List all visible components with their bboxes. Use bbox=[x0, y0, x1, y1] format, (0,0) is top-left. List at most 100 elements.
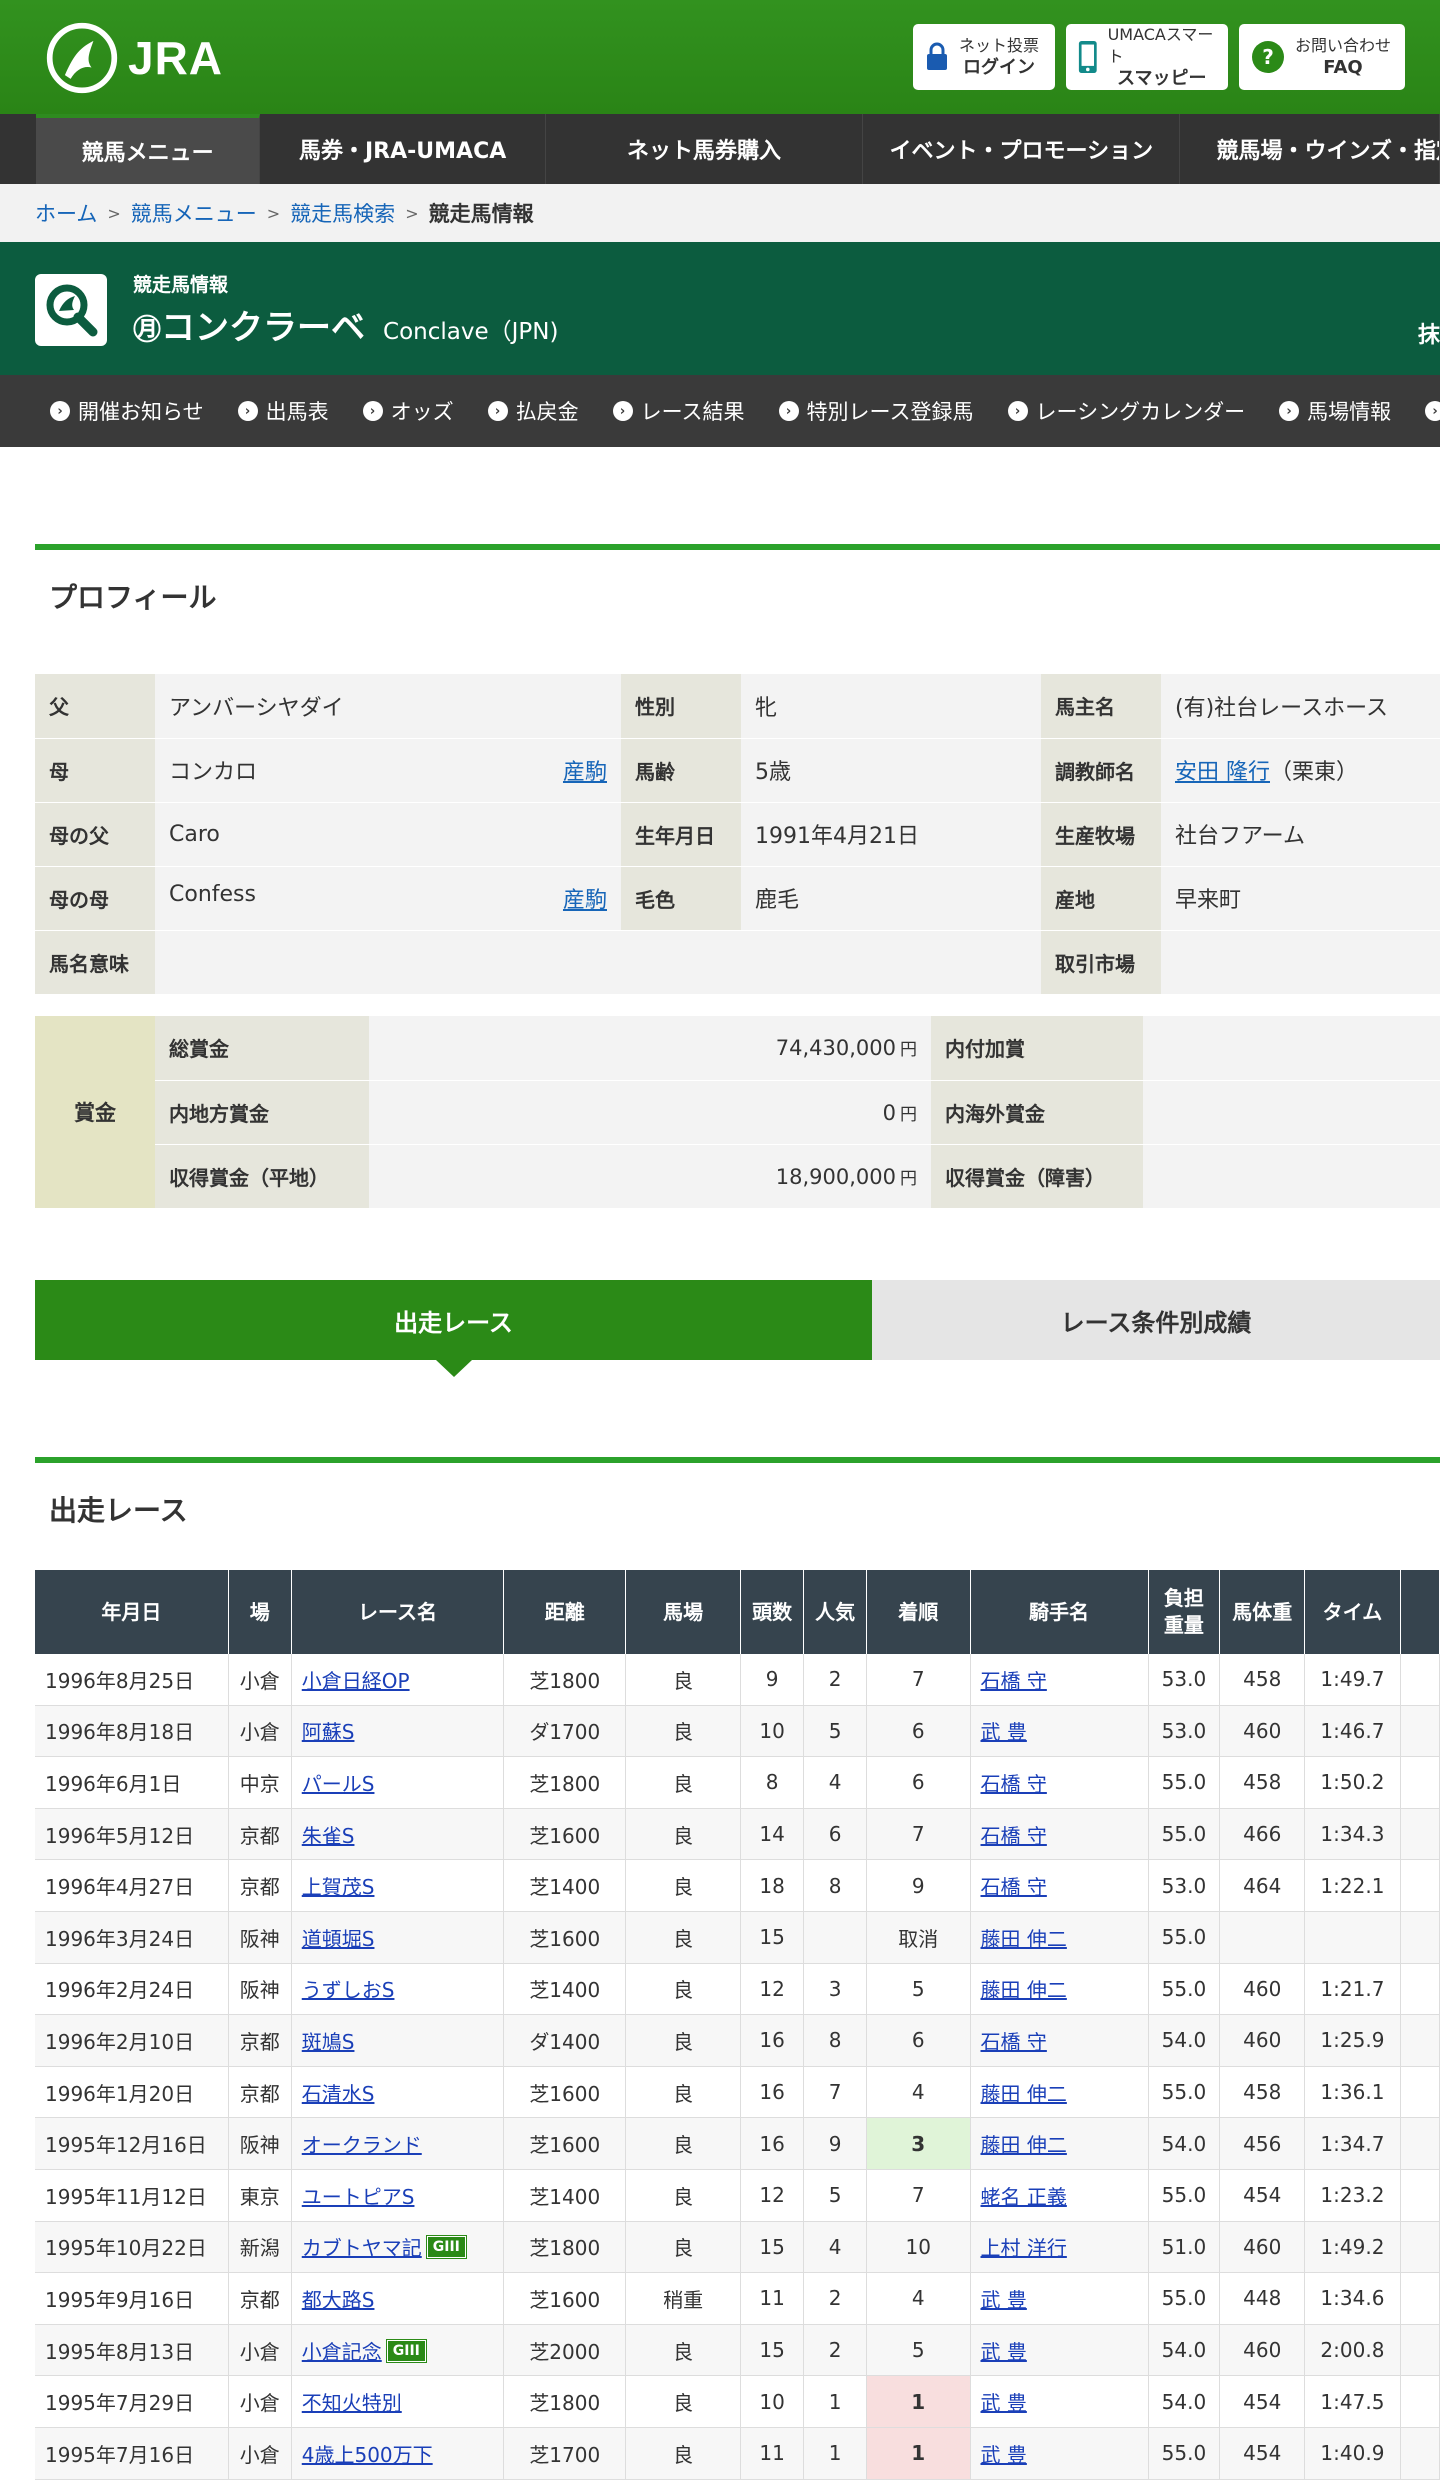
race-track-condition: 良 bbox=[626, 2221, 741, 2274]
jockey-link[interactable]: 石橋 守 bbox=[981, 2030, 1047, 2054]
site-header: JRA ネット投票 ログイン UMACAスマート スマッピー ? お問い合わせ FAQ bbox=[0, 0, 1440, 114]
race-body-weight: 448 bbox=[1220, 2273, 1306, 2325]
race-link[interactable]: ユートピアS bbox=[302, 2185, 415, 2209]
jockey-link[interactable]: 武 豊 bbox=[981, 2443, 1027, 2467]
race-date: 1996年6月1日 bbox=[35, 1757, 229, 1809]
jockey-link[interactable]: 武 豊 bbox=[981, 2391, 1027, 2415]
race-link[interactable]: カブトヤマ記 bbox=[302, 2236, 422, 2260]
jockey-link[interactable]: 武 豊 bbox=[981, 2340, 1027, 2364]
race-link[interactable]: パールS bbox=[302, 1772, 375, 1796]
subnav-label: レーシングカレンダー bbox=[1035, 400, 1246, 424]
trainer-link[interactable]: 安田 隆行 bbox=[1175, 760, 1270, 785]
jockey-link[interactable]: 藤田 伸二 bbox=[981, 2133, 1067, 2157]
race-weight-carried: 55.0 bbox=[1148, 2169, 1221, 2222]
breadcrumb-home[interactable]: ホーム bbox=[35, 198, 97, 228]
gnav-baken[interactable]: 馬券・JRA-UMACA bbox=[260, 114, 546, 184]
subnav-racing-calendar[interactable]: › レーシングカレンダー bbox=[1007, 396, 1246, 426]
race-link[interactable]: 都大路S bbox=[302, 2288, 375, 2312]
race-time: 1:49.2 bbox=[1305, 2221, 1401, 2274]
horse-search-icon bbox=[35, 274, 107, 346]
value-owner: (有)社台レースホース bbox=[1161, 674, 1440, 739]
race-link[interactable]: オークランド bbox=[302, 2133, 422, 2157]
value-flat-prize: 18,900,000 円 bbox=[369, 1144, 931, 1209]
race-link[interactable]: うずしおS bbox=[302, 1978, 395, 2002]
global-nav: 競馬メニュー 馬券・JRA-UMACA ネット馬券購入 イベント・プロモーション… bbox=[0, 114, 1440, 184]
race-link[interactable]: 道頓堀S bbox=[302, 1927, 375, 1951]
subnav-race-result[interactable]: › レース結果 bbox=[612, 396, 745, 426]
jockey-link[interactable]: 藤田 伸二 bbox=[981, 1978, 1067, 2002]
race-link[interactable]: 4歳上500万下 bbox=[302, 2443, 433, 2467]
race-course: 京都 bbox=[228, 1808, 292, 1861]
jockey-link[interactable]: 藤田 伸二 bbox=[981, 1927, 1067, 1951]
value-jump-prize bbox=[1143, 1144, 1440, 1209]
table-row: 1996年8月25日 小倉 小倉日経OP 芝1800 良 9 2 7 石橋 守 53.0 458 1:… bbox=[35, 1654, 1440, 1706]
subnav-shutuba[interactable]: › 出馬表 bbox=[237, 396, 329, 426]
race-body-weight bbox=[1220, 1911, 1306, 1964]
race-weight-carried: 55.0 bbox=[1148, 1808, 1221, 1861]
subnav-label: 特別レース登録馬 bbox=[806, 400, 974, 424]
granddam-offspring-link[interactable]: 産駒 bbox=[563, 882, 607, 914]
breadcrumb-horse-search[interactable]: 競走馬検索 bbox=[290, 198, 395, 228]
race-course: 小倉 bbox=[228, 1654, 292, 1706]
tab-condition-results[interactable]: レース条件別成績 bbox=[872, 1280, 1440, 1360]
jockey-link[interactable]: 上村 洋行 bbox=[981, 2236, 1067, 2260]
race-time: 1:25.9 bbox=[1305, 2015, 1401, 2067]
gnav-keiba-menu[interactable]: 競馬メニュー bbox=[35, 114, 261, 184]
jockey-link[interactable]: 石橋 守 bbox=[981, 1772, 1047, 1796]
subnav-special-race[interactable]: › 特別レース登録馬 bbox=[778, 396, 974, 426]
jra-horse-logo-icon bbox=[46, 22, 118, 94]
race-name-cell: パールS bbox=[291, 1757, 505, 1809]
gnav-racecourse[interactable]: 競馬場・ウインズ・指定 bbox=[1180, 114, 1440, 184]
race-link[interactable]: 石清水S bbox=[302, 2082, 375, 2106]
jockey-link[interactable]: 藤田 伸二 bbox=[981, 2082, 1067, 2106]
jockey-link[interactable]: 武 豊 bbox=[981, 1720, 1027, 1744]
subnav-haraimodoshi[interactable]: › 払戻金 bbox=[487, 396, 579, 426]
race-time: 1:22.1 bbox=[1305, 1860, 1401, 1912]
jockey-link[interactable]: 武 豊 bbox=[981, 2288, 1027, 2312]
race-distance: 芝1600 bbox=[504, 1808, 627, 1861]
jockey-link[interactable]: 石橋 守 bbox=[981, 1669, 1047, 1693]
gnav-event[interactable]: イベント・プロモーション bbox=[863, 114, 1181, 184]
jra-logo[interactable]: JRA bbox=[44, 20, 223, 96]
chevron-right-icon: › bbox=[50, 401, 70, 421]
race-course: 京都 bbox=[228, 1860, 292, 1912]
race-overflow bbox=[1400, 1757, 1440, 1809]
race-link[interactable]: 阿蘇S bbox=[302, 1720, 355, 1744]
net-vote-login-button[interactable]: ネット投票 ログイン bbox=[913, 24, 1055, 90]
gnav-net-purchase[interactable]: ネット馬券購入 bbox=[546, 114, 864, 184]
race-link[interactable]: 小倉記念 bbox=[302, 2340, 382, 2364]
race-link[interactable]: 上賀茂S bbox=[302, 1875, 375, 1899]
race-link[interactable]: 朱雀S bbox=[302, 1824, 355, 1848]
total-prize-amount: 74,430,000 bbox=[775, 1036, 896, 1061]
race-finish: 6 bbox=[866, 1705, 971, 1758]
jockey-link[interactable]: 石橋 守 bbox=[981, 1824, 1047, 1848]
subnav-track-info[interactable]: › 馬場情報 bbox=[1279, 396, 1391, 426]
race-date: 1996年2月10日 bbox=[35, 2015, 229, 2067]
race-name-cell: 小倉記念 GIII bbox=[291, 2324, 505, 2377]
label-name-meaning: 馬名意味 bbox=[35, 930, 155, 995]
race-course: 小倉 bbox=[228, 1705, 292, 1758]
subnav-kaisai[interactable]: › 開催お知らせ bbox=[50, 396, 204, 426]
table-row: 1996年1月20日 京都 石清水S 芝1600 良 16 7 4 藤田 伸二 55.0 458 1:… bbox=[35, 2066, 1440, 2119]
tab-races[interactable]: 出走レース bbox=[35, 1280, 872, 1377]
subnav-odds[interactable]: › オッズ bbox=[362, 396, 454, 426]
race-overflow bbox=[1400, 1808, 1440, 1861]
breadcrumb-keiba-menu[interactable]: 競馬メニュー bbox=[131, 198, 257, 228]
race-name-cell: ユートピアS bbox=[291, 2169, 505, 2222]
jockey-link[interactable]: 石橋 守 bbox=[981, 1875, 1047, 1899]
subnav-more[interactable]: › bbox=[1425, 401, 1440, 421]
breadcrumb-separator: > bbox=[266, 203, 281, 223]
race-link[interactable]: 小倉日経OP bbox=[302, 1669, 410, 1693]
race-popularity: 6 bbox=[804, 1808, 867, 1861]
dam-offspring-link[interactable]: 産駒 bbox=[563, 754, 607, 786]
subnav-label: 馬場情報 bbox=[1307, 400, 1392, 424]
faq-button[interactable]: ? お問い合わせ FAQ bbox=[1239, 24, 1405, 90]
race-link[interactable]: 不知火特別 bbox=[302, 2391, 402, 2415]
jockey-link[interactable]: 蛯名 正義 bbox=[981, 2185, 1067, 2209]
page-title-bar: 競走馬情報 ㊊コンクラーベ Conclave（JPN) 抹 bbox=[0, 242, 1440, 375]
race-link[interactable]: 斑鳩S bbox=[302, 2030, 355, 2054]
umaca-smart-button[interactable]: UMACAスマート スマッピー bbox=[1066, 24, 1228, 90]
race-overflow bbox=[1400, 1705, 1440, 1758]
grade-badge: GIII bbox=[385, 2338, 427, 2363]
col-body-weight: 馬体重 bbox=[1220, 1570, 1306, 1654]
